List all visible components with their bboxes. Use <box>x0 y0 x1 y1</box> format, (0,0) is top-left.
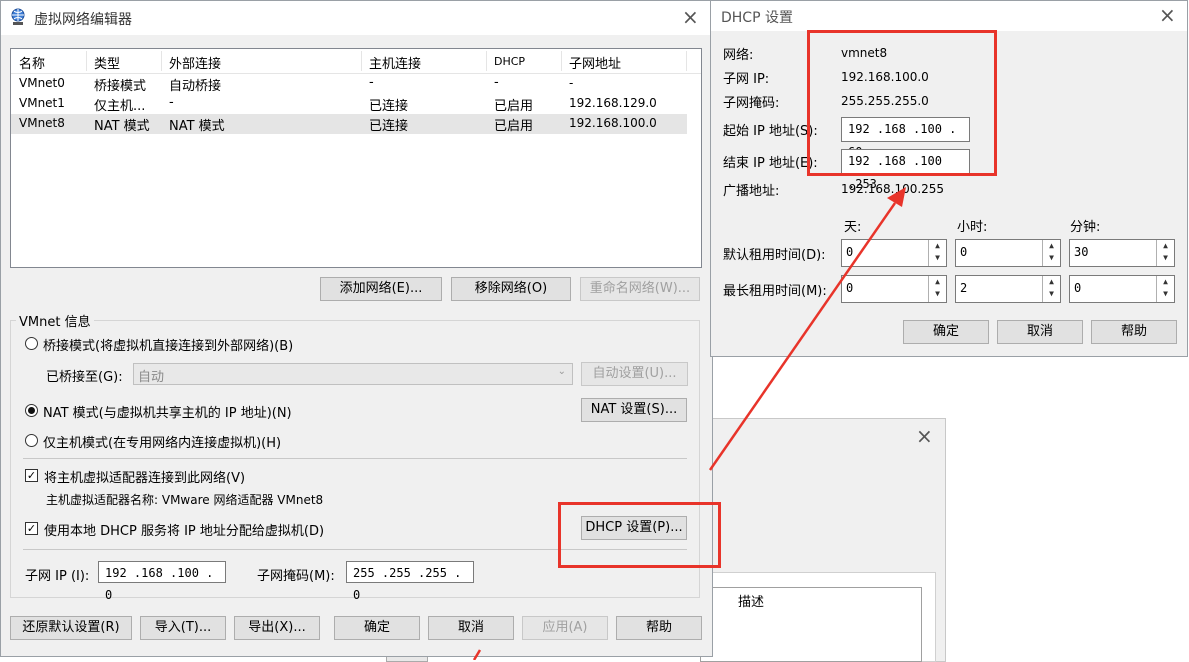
annotation-arrow <box>472 187 906 660</box>
